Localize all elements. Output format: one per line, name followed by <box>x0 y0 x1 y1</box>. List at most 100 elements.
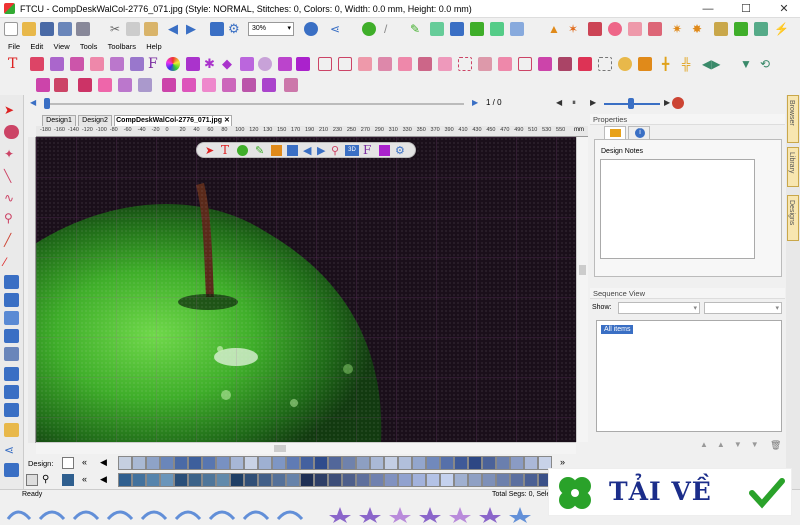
sparkle-icon[interactable]: ✸ <box>692 22 706 36</box>
cross-icon[interactable] <box>130 57 144 71</box>
satin-tool-icon[interactable] <box>4 293 19 307</box>
line-tool-icon[interactable]: ╲ <box>4 169 19 183</box>
side-tab-library[interactable]: Library <box>787 147 799 187</box>
fill-icon[interactable] <box>430 22 444 36</box>
gift-icon[interactable] <box>558 57 572 71</box>
stitch-icon[interactable] <box>450 22 464 36</box>
shape-icon[interactable] <box>628 22 642 36</box>
cut-tool-icon[interactable] <box>4 385 19 399</box>
zoom-select[interactable]: 30% ▾ <box>248 22 294 36</box>
pattern-7-icon[interactable] <box>478 57 492 71</box>
color-swatch[interactable] <box>244 473 258 487</box>
play-forward-icon[interactable]: ▶ <box>472 98 478 107</box>
sequence-move-icons[interactable]: ▲▲▼▼ <box>700 440 768 449</box>
star-icon[interactable]: ✱ <box>204 57 218 71</box>
needle-icon[interactable]: / <box>384 22 398 36</box>
select-box-icon[interactable] <box>598 57 612 71</box>
palette2-first-icon[interactable]: « <box>82 474 87 484</box>
import-icon[interactable] <box>754 22 768 36</box>
color-swatch[interactable] <box>440 456 454 470</box>
color-swatch[interactable] <box>524 473 538 487</box>
palette-prev-icon[interactable]: ◀ <box>100 457 107 468</box>
magnify-icon[interactable]: ⚲ <box>4 211 19 225</box>
fill-tool-icon[interactable] <box>4 275 19 289</box>
texture-icon[interactable] <box>648 22 662 36</box>
align-center-icon[interactable]: ╋ <box>662 57 676 71</box>
align-middle-icon[interactable]: ╬ <box>682 57 696 71</box>
design-notes-textarea[interactable] <box>600 159 755 259</box>
font-icon[interactable]: F <box>148 57 162 71</box>
color-swatch[interactable] <box>398 473 412 487</box>
color-swatch[interactable] <box>370 473 384 487</box>
ct-undo-icon[interactable]: ◀ <box>303 144 311 157</box>
ct-3d-icon[interactable]: 3D <box>345 145 359 156</box>
vertical-scrollbar[interactable] <box>576 137 588 442</box>
horizontal-scrollbar[interactable] <box>36 442 576 454</box>
outline-1-icon[interactable] <box>318 57 332 71</box>
properties-tab-info[interactable]: i <box>628 126 650 139</box>
play-icon[interactable]: ▶ <box>590 98 596 107</box>
side-tab-browser[interactable]: Browser <box>787 95 799 143</box>
color-wheel-icon[interactable] <box>166 57 180 71</box>
color-swatch[interactable] <box>342 473 356 487</box>
menu-file[interactable]: File <box>8 40 20 53</box>
badge-icon[interactable] <box>258 57 272 71</box>
pattern-1-icon[interactable] <box>358 57 372 71</box>
color-swatch[interactable] <box>314 456 328 470</box>
color-swatch[interactable] <box>258 473 272 487</box>
maximize-button[interactable]: ☐ <box>728 0 764 18</box>
heart-icon[interactable] <box>240 57 254 71</box>
rotate-icon[interactable]: ⟲ <box>760 57 774 71</box>
appliqué-icon[interactable] <box>588 22 602 36</box>
player-track[interactable] <box>44 103 464 105</box>
open-folder-icon[interactable] <box>22 22 36 36</box>
save-icon[interactable] <box>40 22 54 36</box>
color-swatch[interactable] <box>174 473 188 487</box>
measure-icon[interactable]: ╱ <box>4 233 19 247</box>
flower-icon[interactable] <box>186 57 200 71</box>
pen-icon[interactable]: ✎ <box>410 22 424 36</box>
color-swatch[interactable] <box>468 473 482 487</box>
redo-icon[interactable]: ▶ <box>186 22 200 36</box>
paste-icon[interactable] <box>144 22 158 36</box>
select-arrow-icon[interactable]: ➤ <box>4 103 19 117</box>
color-swatch[interactable] <box>370 456 384 470</box>
color-swatch[interactable] <box>412 456 426 470</box>
point-tool-icon[interactable] <box>4 125 19 139</box>
stitch-1-icon[interactable] <box>36 78 50 92</box>
current-color-swatch[interactable] <box>62 474 74 486</box>
color-swatch[interactable] <box>286 473 300 487</box>
magic-icon[interactable]: ✷ <box>672 22 686 36</box>
fast-forward-icon[interactable]: ▶ <box>664 98 670 107</box>
frame-icon[interactable] <box>70 57 84 71</box>
stop-icon[interactable] <box>672 97 684 109</box>
mail-icon[interactable] <box>538 57 552 71</box>
color-swatch[interactable] <box>384 473 398 487</box>
design-canvas[interactable] <box>36 137 576 442</box>
undo-icon[interactable]: ◀ <box>168 22 182 36</box>
color-swatch[interactable] <box>146 473 160 487</box>
shield-icon[interactable] <box>278 57 292 71</box>
text-tool-icon[interactable]: T <box>8 57 22 71</box>
stitch-6-icon[interactable] <box>138 78 152 92</box>
share-tool-icon[interactable]: ⋖ <box>4 443 19 457</box>
stitch-12-icon[interactable] <box>262 78 276 92</box>
play-back-icon[interactable]: ◀ <box>30 98 36 107</box>
menu-view[interactable]: View <box>54 40 70 53</box>
apple-icon[interactable] <box>618 57 632 71</box>
export-icon[interactable] <box>734 22 748 36</box>
save-as-icon[interactable] <box>58 22 72 36</box>
ct-fill-icon[interactable] <box>271 145 282 156</box>
color-swatch[interactable] <box>412 473 426 487</box>
stitch-13-icon[interactable] <box>284 78 298 92</box>
color-swatch[interactable] <box>230 473 244 487</box>
color-swatch[interactable] <box>160 456 174 470</box>
leaf-icon[interactable] <box>490 22 504 36</box>
stitch-9-icon[interactable] <box>202 78 216 92</box>
color-swatch[interactable] <box>118 456 132 470</box>
ct-zoom-icon[interactable]: ⚲ <box>331 144 339 157</box>
border-icon[interactable] <box>90 57 104 71</box>
info-icon[interactable] <box>304 22 318 36</box>
stitch-11-icon[interactable] <box>242 78 256 92</box>
stitch-10-icon[interactable] <box>222 78 236 92</box>
